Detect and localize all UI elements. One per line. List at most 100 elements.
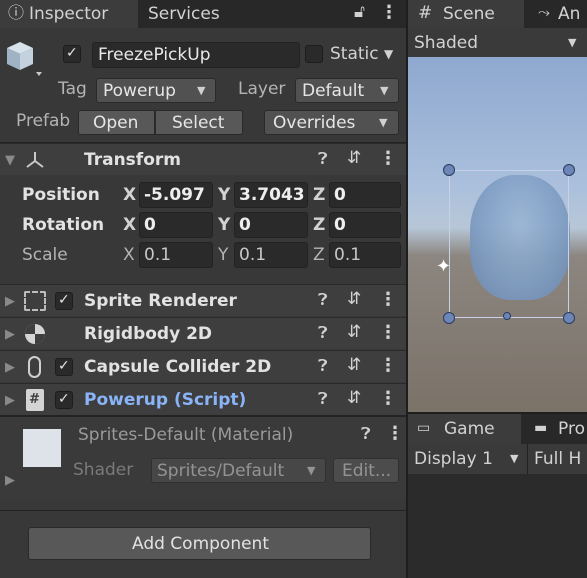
caret-right-icon[interactable]: ▶ [5,394,15,407]
resolution-dropdown[interactable]: Full H [534,451,581,468]
prefab-select-button[interactable]: Select [155,110,243,135]
game-viewport[interactable] [408,474,587,578]
rotation-x-label[interactable]: X [123,217,136,234]
rigidbody-2d-header[interactable]: ▶ Rigidbody 2D ❓︎ ⇵ ⋮ [0,317,406,349]
add-component-button[interactable]: Add Component [28,527,371,560]
scene-viewport[interactable]: ✦ [408,57,587,412]
rotation-y-label[interactable]: Y [218,217,230,234]
scale-y-field[interactable]: 0.1 [234,242,308,268]
capsule-collider-header[interactable]: ▶ ✓ Capsule Collider 2D ❓︎ ⇵ ⋮ [0,350,406,382]
tag-dropdown-value: Powerup [103,81,176,101]
tab-game-label: Game [444,419,495,439]
tag-dropdown[interactable]: Powerup ▼ [96,78,216,103]
tab-services[interactable]: Services [138,0,248,28]
kebab-menu-icon[interactable]: ⋮ [380,4,398,22]
resize-handle[interactable] [443,164,455,176]
overrides-dropdown[interactable]: Overrides ▼ [264,110,399,135]
help-icon[interactable]: ❓︎ [361,426,371,442]
static-dropdown-icon[interactable]: ▼ [384,48,393,60]
preset-icon[interactable]: ⇵ [347,150,361,167]
static-label: Static [330,44,379,64]
caret-right-icon[interactable]: ▶ [5,474,15,487]
selection-rect[interactable] [449,170,569,318]
position-z-field[interactable]: 0 [329,182,401,208]
resize-handle[interactable] [563,312,575,324]
prefab-open-button[interactable]: Open [78,110,155,135]
tab-inspector[interactable]: ⓘ Inspector [0,0,138,28]
chevron-down-icon[interactable]: ▼ [568,37,576,48]
caret-right-icon[interactable]: ▶ [5,361,15,374]
shading-mode-label[interactable]: Shaded [414,35,478,52]
inspector-panel: ⓘ Inspector Services 🔓︎ ⋮ ✓ FreezePickUp… [0,0,406,578]
tab-animator[interactable]: ⤳ An [530,0,587,28]
sprite-renderer-header[interactable]: ▶ ✓ Sprite Renderer ❓︎ ⇵ ⋮ [0,284,406,316]
kebab-menu-icon[interactable]: ⋮ [386,425,404,443]
check-icon: ✓ [58,358,70,374]
preset-icon[interactable]: ⇵ [347,357,361,374]
tab-inspector-label: Inspector [29,4,109,24]
help-icon[interactable]: ❓︎ [318,325,328,341]
resize-handle[interactable] [503,312,511,320]
position-y-field[interactable]: 3.7043 [234,182,308,208]
powerup-script-checkbox[interactable]: ✓ [55,391,73,409]
position-x-label[interactable]: X [123,187,136,204]
tab-game[interactable]: ▭ Game [408,414,521,444]
game-panel: ▭ Game ▬ Pro Display 1 ▼ Full H [408,414,587,578]
help-icon[interactable]: ❓︎ [318,151,328,167]
sprite-renderer-checkbox[interactable]: ✓ [55,292,73,310]
transform-header[interactable]: ▼ Transform ❓︎ ⇵ ⋮ [0,143,406,175]
caret-right-icon[interactable]: ▶ [5,295,15,308]
shader-dropdown-value: Sprites/Default [157,461,285,481]
kebab-menu-icon[interactable]: ⋮ [379,324,397,342]
scale-y-label[interactable]: Y [218,247,228,264]
kebab-menu-icon[interactable]: ⋮ [379,150,397,168]
kebab-menu-icon[interactable]: ⋮ [379,390,397,408]
scene-tab-bar: # Scene ⤳ An [408,0,587,28]
position-y-label[interactable]: Y [218,187,230,204]
position-z-label[interactable]: Z [313,187,325,204]
rotation-z-field[interactable]: 0 [329,212,401,238]
display-dropdown[interactable]: Display 1 [414,451,493,468]
tab-scene[interactable]: # Scene [408,0,524,28]
kebab-menu-icon[interactable]: ⋮ [379,291,397,309]
capsule-collider-checkbox[interactable]: ✓ [55,358,73,376]
grid-icon: # [418,3,433,23]
scale-x-field[interactable]: 0.1 [139,242,213,268]
position-x-field[interactable]: -5.097 [139,182,213,208]
scene-panel: # Scene ⤳ An Shaded ▼ ✦ [408,0,587,412]
caret-down-icon[interactable]: ▼ [5,154,15,167]
tab-project-label: Pro [558,419,585,439]
layer-dropdown[interactable]: Default ▼ [295,78,399,103]
resize-handle[interactable] [443,312,455,324]
scale-x-label[interactable]: X [123,247,135,264]
scale-z-label[interactable]: Z [313,247,325,264]
chevron-down-icon[interactable]: ▼ [510,453,518,464]
static-checkbox[interactable] [305,45,323,63]
preset-icon[interactable]: ⇵ [347,291,361,308]
position-label: Position [22,185,100,205]
kebab-menu-icon[interactable]: ⋮ [379,357,397,375]
preset-icon[interactable]: ⇵ [347,324,361,341]
resize-handle[interactable] [563,164,575,176]
help-icon[interactable]: ❓︎ [318,358,328,374]
rotation-x-field[interactable]: 0 [139,212,213,238]
gameobject-icon[interactable] [4,38,44,82]
help-icon[interactable]: ❓︎ [318,391,328,407]
edit-shader-button[interactable]: Edit... [333,458,399,483]
preset-icon[interactable]: ⇵ [347,390,361,407]
name-field[interactable]: FreezePickUp [92,42,300,68]
help-icon[interactable]: ❓︎ [318,292,328,308]
shader-dropdown[interactable]: Sprites/Default ▼ [151,458,326,483]
active-checkbox[interactable]: ✓ [63,45,81,63]
rotation-z-label[interactable]: Z [313,217,325,234]
sprite-renderer-icon [24,291,46,311]
scale-z-field[interactable]: 0.1 [329,242,401,268]
powerup-script-header[interactable]: ▶ # ✓ Powerup (Script) ❓︎ ⇵ ⋮ [0,383,406,415]
lock-icon[interactable]: 🔓︎ [354,4,365,21]
caret-right-icon[interactable]: ▶ [5,328,15,341]
gamepad-icon: ▭ [417,420,431,436]
rotation-y-field[interactable]: 0 [234,212,308,238]
chevron-down-icon: ▼ [380,84,389,97]
material-preview[interactable] [23,429,61,467]
tab-project[interactable]: ▬ Pro [528,414,587,444]
